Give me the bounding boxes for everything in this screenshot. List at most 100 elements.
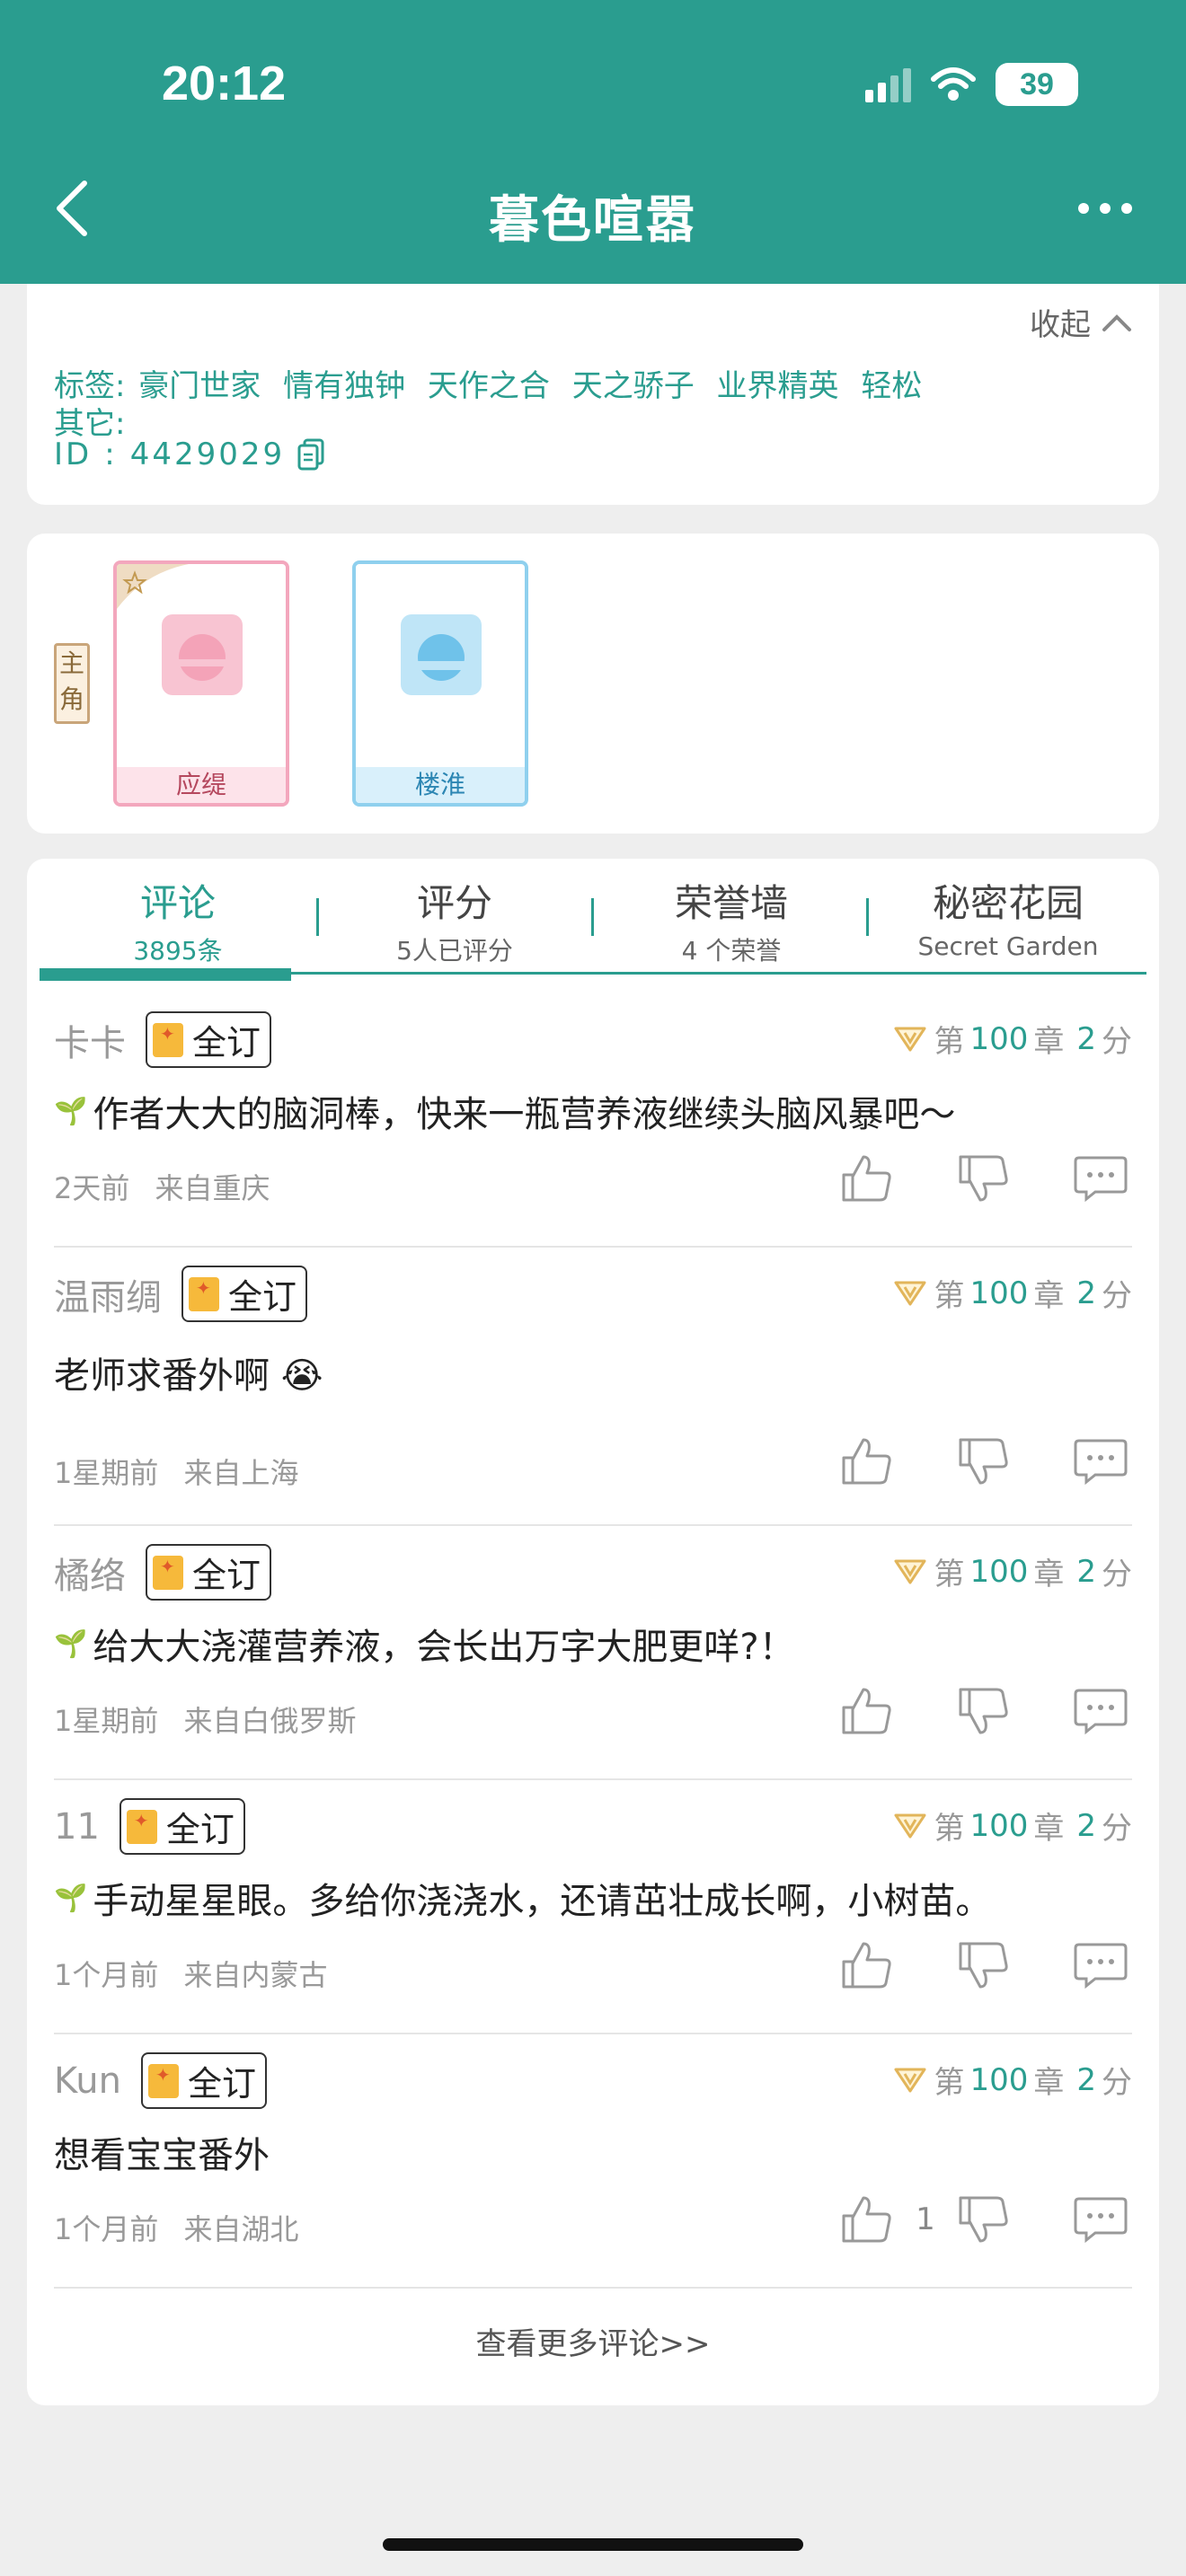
comment-actions: 1 — [836, 2192, 1132, 2246]
comment-item: 温雨绸 全订 第 100 章 2 分 老师求番外啊 😭 1星期前 来自上海 — [54, 1248, 1132, 1526]
chevron-up-icon — [1102, 313, 1131, 331]
tag[interactable]: 豪门世家 — [138, 368, 261, 404]
novel-id: ID : 4429029 — [54, 437, 324, 472]
thumbs-down-icon — [959, 1688, 1008, 1734]
comment-location: 来自白俄罗斯 — [183, 1704, 357, 1738]
copy-icon[interactable] — [297, 438, 324, 471]
like-button[interactable] — [836, 1151, 898, 1205]
comment-actions — [836, 1938, 1132, 1992]
full-subscription-badge: 全订 — [119, 1798, 245, 1855]
badge-label: 全订 — [187, 2064, 256, 2104]
collapse-label: 收起 — [1030, 307, 1091, 343]
score-value: 2 — [1076, 1807, 1096, 1844]
character-card[interactable]: 应缇 — [113, 560, 289, 807]
tab-label: 荣誉墙 — [674, 881, 788, 925]
username[interactable]: Kun — [54, 2060, 121, 2102]
thumbs-down-icon — [959, 1155, 1008, 1202]
username[interactable]: 温雨绸 — [54, 1268, 162, 1320]
tab-divider — [591, 898, 594, 936]
home-indicator[interactable] — [383, 2538, 803, 2551]
reply-button[interactable] — [1069, 1684, 1132, 1738]
vip-diamond-icon — [894, 1027, 926, 1051]
view-more-comments-link[interactable]: 查看更多评论>> — [27, 2319, 1159, 2363]
reply-button[interactable] — [1069, 2192, 1132, 2246]
username[interactable]: 橘络 — [54, 1547, 126, 1599]
full-subscription-badge: 全订 — [181, 1266, 308, 1322]
comment-text: 想看宝宝番外 — [54, 2135, 270, 2176]
like-button[interactable] — [836, 2192, 898, 2246]
character-card[interactable]: 楼淮 — [352, 560, 528, 807]
page-title: 暮色喧嚣 — [489, 191, 697, 250]
id-separator: : — [104, 437, 118, 472]
comment-item: 11 全订 第 100 章 2 分 🌱 手动星星眼。多给你浇浇水，还请茁壮成长啊… — [54, 1780, 1132, 2034]
chapter-unit: 章 — [1033, 2065, 1065, 2101]
username[interactable]: 11 — [54, 1806, 100, 1848]
comment-actions — [836, 1434, 1132, 1488]
tag[interactable]: 天之骄子 — [572, 368, 695, 404]
chapter-score: 第 100 章 2 分 — [892, 1549, 1132, 1593]
like-button[interactable] — [836, 1434, 898, 1488]
sprout-icon: 🌱 — [54, 1882, 88, 1914]
bookmark-icon — [153, 1555, 183, 1590]
chapter-prefix: 第 — [934, 1557, 965, 1592]
protagonist-badge: 主角 — [54, 643, 90, 724]
chapter-score: 第 100 章 2 分 — [892, 2058, 1132, 2102]
thumbs-down-icon — [959, 1942, 1008, 1989]
chapter-prefix: 第 — [934, 1811, 965, 1847]
tag[interactable]: 天作之合 — [428, 368, 550, 404]
vip-diamond-icon — [894, 2068, 926, 2092]
dislike-button[interactable] — [952, 1151, 1015, 1205]
comment-time: 1个月前 — [54, 1958, 159, 1992]
chapter-score: 第 100 章 2 分 — [892, 1017, 1132, 1061]
dislike-button[interactable] — [952, 1684, 1015, 1738]
chapter-prefix: 第 — [934, 2065, 965, 2101]
chat-bubble-icon — [1074, 1689, 1128, 1735]
tab-honor-wall[interactable]: 荣誉墙 4 个荣誉 — [593, 873, 870, 966]
thumbs-up-icon — [842, 1155, 891, 1202]
score-value: 2 — [1076, 1020, 1096, 1057]
status-time: 20:12 — [162, 57, 287, 110]
comment-meta: 1个月前 来自湖北 — [54, 2207, 299, 2248]
comment-text-line: 🌱 给大大浇灌营养液，会长出万字大肥更咩?！ — [54, 1618, 795, 1670]
dislike-button[interactable] — [952, 1434, 1015, 1488]
id-value: 4429029 — [129, 437, 286, 472]
active-tab-indicator — [40, 968, 291, 981]
tag[interactable]: 轻松 — [861, 368, 922, 404]
comment-text-line: 🌱 手动星星眼。多给你浇浇水，还请茁壮成长啊，小树苗。 — [54, 1872, 991, 1924]
dislike-button[interactable] — [952, 1938, 1015, 1992]
comment-user: Kun 全订 — [54, 2052, 267, 2109]
comment-location: 来自内蒙古 — [183, 1958, 328, 1992]
tab-secret-garden[interactable]: 秘密花园 Secret Garden — [870, 873, 1146, 961]
full-subscription-badge: 全订 — [146, 1544, 272, 1601]
comments-card: 评论 3895条 评分 5人已评分 荣誉墙 4 个荣誉 秘密花园 Secret … — [27, 859, 1159, 2405]
chapter-number: 100 — [969, 1275, 1029, 1311]
chapter-score: 第 100 章 2 分 — [892, 1804, 1132, 1848]
app-header: 20:12 39 暮色喧嚣 — [0, 0, 1186, 284]
like-button[interactable] — [836, 1938, 898, 1992]
badge-label: 全订 — [192, 1556, 261, 1595]
username[interactable]: 卡卡 — [54, 1014, 126, 1066]
novel-info-card: 收起 标签: 豪门世家 情有独钟 天作之合 天之骄子 业界精英 轻松 其它: I… — [27, 284, 1159, 505]
like-button[interactable] — [836, 1684, 898, 1738]
thumbs-down-icon — [959, 2196, 1008, 2243]
tab-label: 评分 — [416, 881, 492, 925]
tab-ratings[interactable]: 评分 5人已评分 — [316, 873, 593, 966]
character-avatar — [162, 614, 243, 695]
tag[interactable]: 业界精英 — [717, 368, 839, 404]
reply-button[interactable] — [1069, 1434, 1132, 1488]
comment-meta: 1个月前 来自内蒙古 — [54, 1953, 328, 1994]
tab-comments[interactable]: 评论 3895条 — [40, 873, 316, 966]
score-unit: 分 — [1102, 1024, 1132, 1060]
tab-divider — [866, 898, 869, 936]
bookmark-icon — [126, 1809, 157, 1844]
reply-button[interactable] — [1069, 1938, 1132, 1992]
reply-button[interactable] — [1069, 1151, 1132, 1205]
full-subscription-badge: 全订 — [146, 1011, 272, 1068]
collapse-button[interactable]: 收起 — [1030, 300, 1132, 344]
more-options-icon[interactable] — [1078, 203, 1132, 214]
tag[interactable]: 情有独钟 — [283, 368, 405, 404]
comment-item: 卡卡 全订 第 100 章 2 分 🌱 作者大大的脑洞棒，快来一瓶营养液继续头脑… — [54, 993, 1132, 1248]
comment-location: 来自重庆 — [155, 1171, 270, 1205]
dislike-button[interactable] — [952, 2192, 1015, 2246]
comment-user: 卡卡 全订 — [54, 1011, 272, 1068]
